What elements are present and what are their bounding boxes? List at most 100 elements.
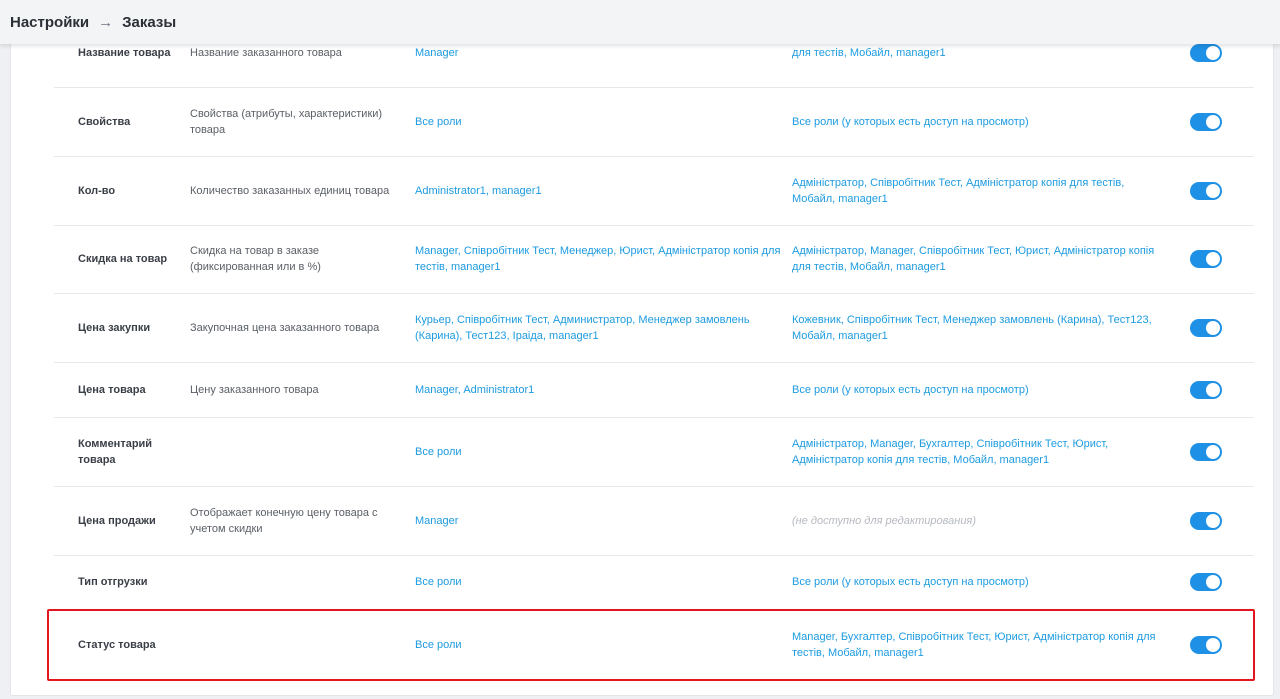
- toggle-cell: [1190, 87, 1230, 156]
- view-roles-link[interactable]: Адміністратор, Співробітник Тест, Адміні…: [792, 156, 1162, 225]
- breadcrumb: Настройки → Заказы: [10, 14, 176, 31]
- edit-roles-link-text[interactable]: Manager: [415, 45, 458, 61]
- settings-page: Название товара Название заказанного това…: [0, 0, 1280, 699]
- field-name: Тип отгрузки: [78, 555, 178, 609]
- view-roles-link[interactable]: Кожевник, Співробітник Тест, Менеджер за…: [792, 293, 1162, 362]
- breadcrumb-root[interactable]: Настройки: [10, 14, 89, 31]
- edit-roles-link-text[interactable]: Все роли: [415, 637, 462, 653]
- edit-roles-link[interactable]: Курьер, Співробітник Тест, Администратор…: [415, 293, 783, 362]
- view-roles-link-text[interactable]: Адміністратор, Співробітник Тест, Адміні…: [792, 175, 1162, 207]
- field-name: Кол-во: [78, 156, 178, 225]
- toggle-knob: [1206, 114, 1220, 129]
- edit-roles-link-text[interactable]: Все роли: [415, 444, 462, 460]
- field-enabled-toggle[interactable]: [1190, 442, 1222, 461]
- edit-roles-link-text[interactable]: Все роли: [415, 574, 462, 590]
- table-row: Скидка на товар Скидка на товар в заказе …: [54, 225, 1254, 294]
- field-description-text: Свойства (атрибуты, характеристики) това…: [190, 107, 383, 136]
- table-row: Свойства Свойства (атрибуты, характеристи…: [54, 87, 1254, 157]
- field-name-text: Название товара: [78, 47, 171, 59]
- table-row: Тип отгрузки Все роли Все роли (у которых …: [54, 555, 1254, 610]
- toggle-cell: [1190, 611, 1230, 679]
- toggle-knob: [1206, 444, 1220, 459]
- view-roles-link[interactable]: Адміністратор, Manager, Співробітник Тес…: [792, 225, 1162, 293]
- toggle-knob: [1206, 46, 1220, 60]
- view-roles-link-text[interactable]: Все роли (у которых есть доступ на просм…: [792, 382, 1029, 398]
- field-name: Свойства: [78, 87, 178, 156]
- field-name: Цена продажи: [78, 486, 178, 555]
- edit-roles-link[interactable]: Все роли: [415, 611, 783, 679]
- field-description: [190, 611, 395, 679]
- edit-roles-link[interactable]: Manager, Співробітник Тест, Менеджер, Юр…: [415, 225, 783, 293]
- view-roles-link-text[interactable]: Manager, Бухгалтер, Співробітник Тест, Ю…: [792, 629, 1162, 661]
- toggle-cell: [1190, 156, 1230, 225]
- edit-roles-link[interactable]: Manager, Administrator1: [415, 362, 783, 417]
- view-roles-link-text[interactable]: Адміністратор, Manager, Бухгалтер, Співр…: [792, 436, 1162, 468]
- view-roles-link[interactable]: Все роли (у которых есть доступ на просм…: [792, 555, 1162, 609]
- edit-roles-link-text[interactable]: Manager: [415, 513, 458, 529]
- view-roles-link-text[interactable]: Все роли (у которых есть доступ на просм…: [792, 574, 1029, 590]
- field-name-text: Цена товара: [78, 383, 146, 396]
- toggle-knob: [1206, 575, 1220, 589]
- toggle-cell: [1190, 417, 1230, 486]
- field-name-text: Тип отгрузки: [78, 576, 148, 588]
- toggle-cell: [1190, 555, 1230, 609]
- arrow-right-icon: →: [98, 13, 114, 31]
- table-row: Цена закупки Закупочная цена заказанного …: [54, 293, 1254, 363]
- field-enabled-toggle[interactable]: [1190, 573, 1222, 591]
- breadcrumb-current: Заказы: [122, 13, 177, 31]
- edit-roles-link[interactable]: Все роли: [415, 87, 783, 156]
- field-enabled-toggle[interactable]: [1190, 181, 1222, 200]
- view-roles-disabled-text: (не доступно для редактирования): [792, 514, 976, 527]
- field-enabled-toggle[interactable]: [1190, 250, 1222, 268]
- field-description-text: Закупочная цена заказанного товара: [190, 321, 380, 334]
- field-enabled-toggle[interactable]: [1190, 318, 1222, 337]
- edit-roles-link-text[interactable]: Manager, Administrator1: [415, 382, 534, 398]
- edit-roles-link[interactable]: Manager: [415, 486, 783, 555]
- edit-roles-link-text[interactable]: Все роли: [415, 114, 462, 130]
- field-enabled-toggle[interactable]: [1190, 636, 1222, 654]
- view-roles-link[interactable]: Manager, Бухгалтер, Співробітник Тест, Ю…: [792, 611, 1162, 679]
- field-description: Свойства (атрибуты, характеристики) това…: [190, 87, 395, 156]
- field-enabled-toggle[interactable]: [1190, 380, 1222, 399]
- view-roles-link-text[interactable]: для тестів, Мобайл, manager1: [792, 45, 946, 61]
- view-roles-link[interactable]: Все роли (у которых есть доступ на просм…: [792, 87, 1162, 156]
- toggle-knob: [1206, 320, 1220, 335]
- view-roles-link-text[interactable]: Адміністратор, Manager, Співробітник Тес…: [792, 243, 1162, 275]
- toggle-knob: [1206, 183, 1220, 198]
- field-name-text: Цена закупки: [78, 321, 151, 334]
- field-name: Цена закупки: [78, 293, 178, 362]
- view-roles-link-text[interactable]: Кожевник, Співробітник Тест, Менеджер за…: [792, 312, 1162, 344]
- field-description: Отображает конечную цену товара с учетом…: [190, 486, 395, 555]
- view-roles-link[interactable]: Все роли (у которых есть доступ на просм…: [792, 362, 1162, 417]
- table-row: Кол-во Количество заказанных единиц товар…: [54, 156, 1254, 226]
- toggle-knob: [1206, 513, 1220, 528]
- field-name-text: Цена продажи: [78, 514, 156, 527]
- field-name-text: Статус товара: [78, 639, 156, 651]
- toggle-knob: [1206, 252, 1220, 266]
- field-enabled-toggle[interactable]: [1190, 44, 1222, 62]
- field-name-text: Кол-во: [78, 184, 116, 197]
- view-roles-link-text[interactable]: Все роли (у которых есть доступ на просм…: [792, 114, 1029, 130]
- field-enabled-toggle[interactable]: [1190, 112, 1222, 131]
- edit-roles-link[interactable]: Все роли: [415, 555, 783, 609]
- field-description-text: Скидка на товар в заказе (фиксированная …: [190, 245, 321, 273]
- field-description: [190, 555, 395, 609]
- toggle-cell: [1190, 362, 1230, 417]
- toggle-knob: [1206, 638, 1220, 652]
- table-row: Цена товара Цену заказанного товара Manage…: [54, 362, 1254, 418]
- edit-roles-link-text[interactable]: Manager, Співробітник Тест, Менеджер, Юр…: [415, 243, 783, 275]
- edit-roles-link[interactable]: Все роли: [415, 417, 783, 486]
- top-bar: Настройки → Заказы: [0, 0, 1280, 44]
- toggle-cell: [1190, 293, 1230, 362]
- edit-roles-link-text[interactable]: Administrator1, manager1: [415, 183, 542, 199]
- edit-roles-link[interactable]: Administrator1, manager1: [415, 156, 783, 225]
- field-enabled-toggle[interactable]: [1190, 511, 1222, 530]
- field-name: Комментарий товара: [78, 417, 178, 486]
- table-row: Комментарий товара Все роли Адміністратор,…: [54, 417, 1254, 487]
- view-roles-link[interactable]: Адміністратор, Manager, Бухгалтер, Співр…: [792, 417, 1162, 486]
- field-description: Скидка на товар в заказе (фиксированная …: [190, 225, 395, 293]
- field-name-text: Комментарий товара: [78, 437, 153, 466]
- field-name-text: Скидка на товар: [78, 253, 168, 265]
- field-name: Статус товара: [78, 611, 178, 679]
- edit-roles-link-text[interactable]: Курьер, Співробітник Тест, Администратор…: [415, 312, 783, 344]
